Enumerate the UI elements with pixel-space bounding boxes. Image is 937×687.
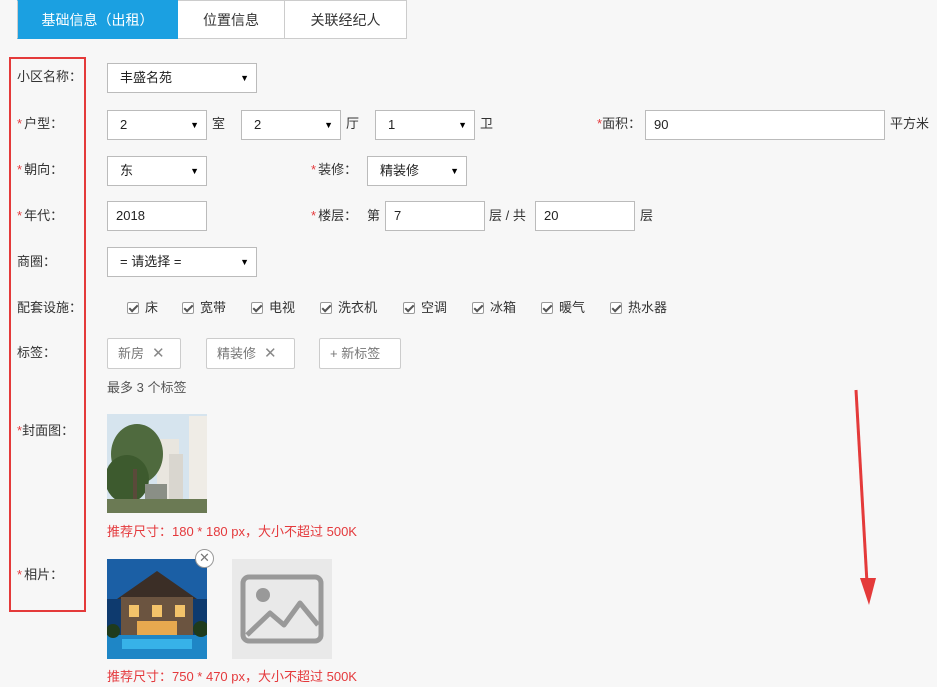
label-column-highlight <box>9 57 86 612</box>
photo-image[interactable] <box>107 559 207 659</box>
checkbox-checked-icon <box>610 302 622 314</box>
add-tag-button[interactable]: + 新标签 <box>319 338 401 369</box>
facility-checkbox-broadband[interactable]: 宽带 <box>182 299 226 317</box>
chevron-down-icon: ▼ <box>324 120 333 130</box>
facility-checkbox-tv[interactable]: 电视 <box>251 299 295 317</box>
decoration-label: * 装修： <box>311 162 358 177</box>
tags-label: 标签： <box>17 345 57 360</box>
close-icon[interactable]: ✕ <box>264 345 277 362</box>
year-input[interactable]: 2018 <box>107 201 207 231</box>
chevron-down-icon: ▼ <box>240 257 249 267</box>
chevron-down-icon: ▼ <box>190 120 199 130</box>
layout-label: * 户型： <box>17 116 64 131</box>
floor-suffix: 层 <box>640 208 654 223</box>
chevron-down-icon: ▼ <box>240 73 249 83</box>
tag-item: 精装修 ✕ <box>206 338 295 369</box>
cover-image[interactable] <box>107 414 207 513</box>
image-placeholder-icon[interactable] <box>232 559 332 659</box>
area-label: *面积： <box>597 116 642 131</box>
orientation-select[interactable]: 东 ▼ <box>107 156 207 186</box>
facility-checkbox-washer[interactable]: 洗衣机 <box>320 299 377 317</box>
tag-item: 新房 ✕ <box>107 338 181 369</box>
annotation-arrow-icon <box>854 389 876 605</box>
tab-basic-info[interactable]: 基础信息（出租） <box>17 0 178 39</box>
tab-location-info[interactable]: 位置信息 <box>178 0 285 39</box>
area-input[interactable]: 90 <box>645 110 885 140</box>
community-select[interactable]: 丰盛名苑 ▼ <box>107 63 257 93</box>
room-count-select[interactable]: 2 ▼ <box>107 110 207 140</box>
checkbox-checked-icon <box>403 302 415 314</box>
facility-checkbox-water-heater[interactable]: 热水器 <box>610 299 667 317</box>
facility-checkbox-ac[interactable]: 空调 <box>403 299 447 317</box>
tab-bar: 基础信息（出租） 位置信息 关联经纪人 <box>17 0 407 39</box>
checkbox-checked-icon <box>541 302 553 314</box>
facility-checkbox-bed[interactable]: 床 <box>127 299 158 317</box>
orientation-label: * 朝向： <box>17 162 64 177</box>
photos-hint: 推荐尺寸：750 * 470 px，大小不超过 500K <box>107 669 357 684</box>
hall-unit: 厅 <box>346 116 360 131</box>
cover-hint: 推荐尺寸：180 * 180 px，大小不超过 500K <box>107 524 357 539</box>
business-area-select[interactable]: = 请选择 = ▼ <box>107 247 257 277</box>
chevron-down-icon: ▼ <box>450 166 459 176</box>
room-unit: 室 <box>212 116 226 131</box>
business-area-label: 商圈： <box>17 254 57 269</box>
floor-prefix: 第 <box>367 208 381 223</box>
photos-label: * 相片： <box>17 567 64 582</box>
area-unit: 平方米 <box>890 116 930 131</box>
bath-unit: 卫 <box>480 116 494 131</box>
total-floor-input[interactable]: 20 <box>535 201 635 231</box>
remove-photo-close-icon[interactable]: ✕ <box>195 549 214 568</box>
bath-count-select[interactable]: 1 ▼ <box>375 110 475 140</box>
facility-checkbox-heating[interactable]: 暖气 <box>541 299 585 317</box>
chevron-down-icon: ▼ <box>458 120 467 130</box>
facility-checkbox-fridge[interactable]: 冰箱 <box>472 299 516 317</box>
tags-hint: 最多 3 个标签 <box>107 380 187 395</box>
hall-count-select[interactable]: 2 ▼ <box>241 110 341 140</box>
checkbox-checked-icon <box>251 302 263 314</box>
tab-related-agent[interactable]: 关联经纪人 <box>285 0 407 39</box>
community-label: 小区名称： <box>17 69 83 84</box>
floor-label: * 楼层： <box>311 208 358 223</box>
checkbox-checked-icon <box>127 302 139 314</box>
decoration-select[interactable]: 精装修 ▼ <box>367 156 467 186</box>
checkbox-checked-icon <box>320 302 332 314</box>
facilities-label: 配套设施： <box>17 300 83 315</box>
floor-input[interactable]: 7 <box>385 201 485 231</box>
cover-label: *封面图： <box>17 423 75 438</box>
checkbox-checked-icon <box>182 302 194 314</box>
chevron-down-icon: ▼ <box>190 166 199 176</box>
close-icon[interactable]: ✕ <box>152 345 165 362</box>
floor-middle-text: 层 / 共 <box>489 208 526 223</box>
checkbox-checked-icon <box>472 302 484 314</box>
year-label: * 年代： <box>17 208 64 223</box>
